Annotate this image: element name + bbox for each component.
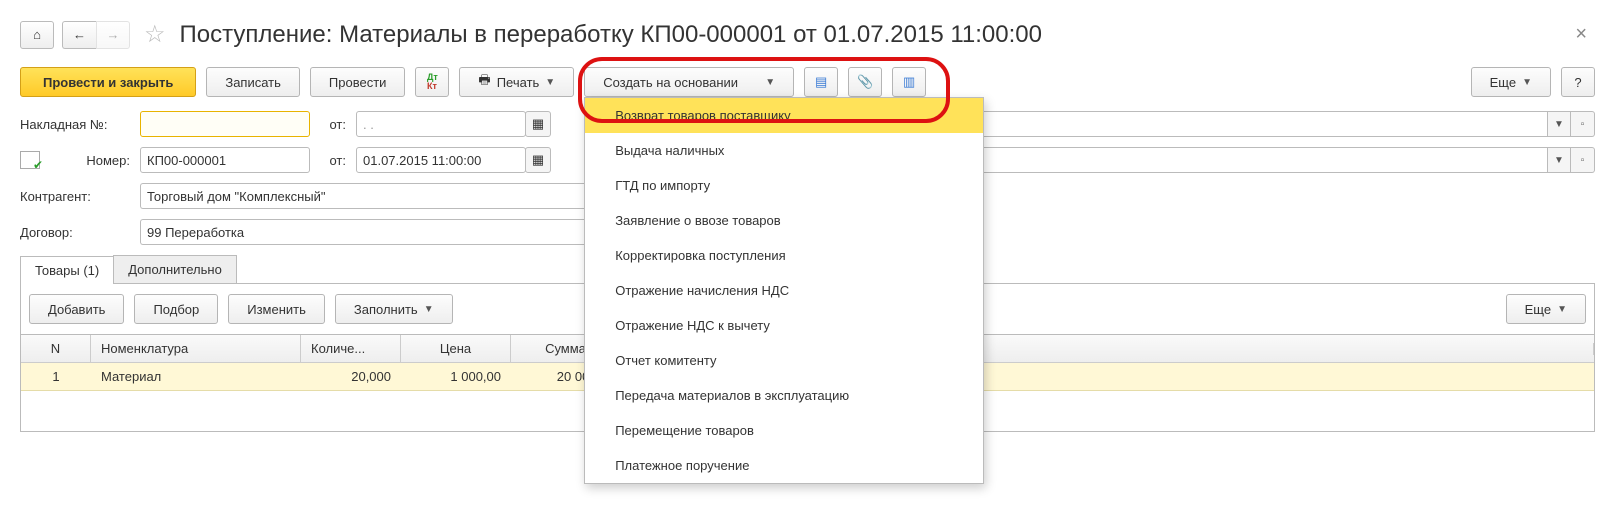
chevron-down-icon: ▼ [424,304,434,315]
main-toolbar: Провести и закрыть Записать Провести ДтК… [20,67,1595,97]
invoice-date-input[interactable]: . . [356,111,526,137]
col-n[interactable]: N [21,335,91,362]
dtkt-button[interactable]: ДтКт [415,67,449,97]
star-icon[interactable]: ☆ [144,20,166,49]
dropdown-button-2[interactable]: ▼ [1547,147,1571,173]
col-price[interactable]: Цена [401,335,511,362]
home-icon: ⌂ [33,27,41,42]
report-button[interactable]: ▤ [804,67,838,97]
goods-more-label: Еще [1525,302,1551,317]
open-button-2[interactable]: ▫ [1571,147,1595,173]
nav-group: ← → [62,21,130,49]
help-button[interactable]: ? [1561,67,1595,97]
print-label: Печать [497,75,540,90]
posted-icon [20,151,40,169]
more-label: Еще [1490,75,1516,90]
menu-item-materials-to-use[interactable]: Передача материалов в эксплуатацию [585,378,983,413]
calendar-icon: ▦ [532,152,544,168]
goods-more-button[interactable]: Еще ▼ [1506,294,1586,324]
home-button[interactable]: ⌂ [20,21,54,49]
col-qty[interactable]: Количе... [301,335,401,362]
attach-button[interactable]: 📎 [848,67,882,97]
tab-goods[interactable]: Товары (1) [20,256,114,284]
chevron-down-icon: ▼ [1557,304,1567,315]
calendar-icon: ▦ [532,116,544,132]
menu-item-commission-report[interactable]: Отчет комитенту [585,343,983,378]
structure-button[interactable]: ▥ [892,67,926,97]
tab-extra[interactable]: Дополнительно [113,255,237,283]
dtkt-icon: ДтКт [427,73,438,91]
arrow-right-icon: → [107,27,120,42]
number-label: Номер: [50,153,130,168]
more-button[interactable]: Еще ▼ [1471,67,1551,97]
add-button[interactable]: Добавить [29,294,124,324]
open-button-1[interactable]: ▫ [1571,111,1595,137]
chevron-down-icon: ▼ [545,77,555,88]
document-icon: ▤ [815,74,827,90]
arrow-left-icon: ← [73,27,86,42]
invoice-no-input[interactable] [140,111,310,137]
back-button[interactable]: ← [62,21,96,49]
cell-item: Материал [91,363,301,390]
pick-button[interactable]: Подбор [134,294,218,324]
printer-icon: 🖶 [478,71,490,93]
menu-item-vat-deduction[interactable]: Отражение НДС к вычету [585,308,983,343]
contract-label: Договор: [20,225,130,240]
calendar-button-1[interactable]: ▦ [525,111,551,137]
print-button[interactable]: 🖶 Печать ▼ [459,67,574,97]
menu-item-cash-out[interactable]: Выдача наличных [585,133,983,168]
invoice-label: Накладная №: [20,117,130,132]
menu-item-return[interactable]: Возврат товаров поставщику [585,98,983,133]
menu-item-payment-order[interactable]: Платежное поручение [585,448,983,483]
post-button[interactable]: Провести [310,67,406,97]
list-icon: ▥ [903,74,915,90]
menu-item-gtd[interactable]: ГТД по импорту [585,168,983,203]
create-from-label: Создать на основании [603,75,738,90]
date-input[interactable]: 01.07.2015 11:00:00 [356,147,526,173]
create-from-button[interactable]: Создать на основании ▼ [584,67,794,97]
cell-qty: 20,000 [301,363,401,390]
dropdown-button-1[interactable]: ▼ [1547,111,1571,137]
save-button[interactable]: Записать [206,67,300,97]
number-input[interactable]: КП00-000001 [140,147,310,173]
menu-item-import-statement[interactable]: Заявление о ввозе товаров [585,203,983,238]
menu-item-transfer[interactable]: Перемещение товаров [585,413,983,448]
cell-price: 1 000,00 [401,363,511,390]
from-label-1: от: [320,117,346,132]
post-and-close-button[interactable]: Провести и закрыть [20,67,196,97]
calendar-button-2[interactable]: ▦ [525,147,551,173]
create-from-menu: Возврат товаров поставщику Выдача наличн… [584,97,984,484]
forward-button[interactable]: → [96,21,130,49]
title-bar: ⌂ ← → ☆ Поступление: Материалы в перераб… [20,20,1595,49]
chevron-down-icon: ▼ [1522,77,1532,88]
fill-label: Заполнить [354,302,418,317]
change-button[interactable]: Изменить [228,294,325,324]
counterparty-label: Контрагент: [20,189,130,204]
menu-item-correction[interactable]: Корректировка поступления [585,238,983,273]
close-button[interactable]: × [1567,23,1595,46]
col-item[interactable]: Номенклатура [91,335,301,362]
from-label-2: от: [320,153,346,168]
fill-button[interactable]: Заполнить ▼ [335,294,453,324]
cell-n: 1 [21,363,91,390]
menu-item-vat-accrual[interactable]: Отражение начисления НДС [585,273,983,308]
page-title: Поступление: Материалы в переработку КП0… [180,21,1042,49]
chevron-down-icon: ▼ [765,77,775,88]
paperclip-icon: 📎 [857,74,873,90]
